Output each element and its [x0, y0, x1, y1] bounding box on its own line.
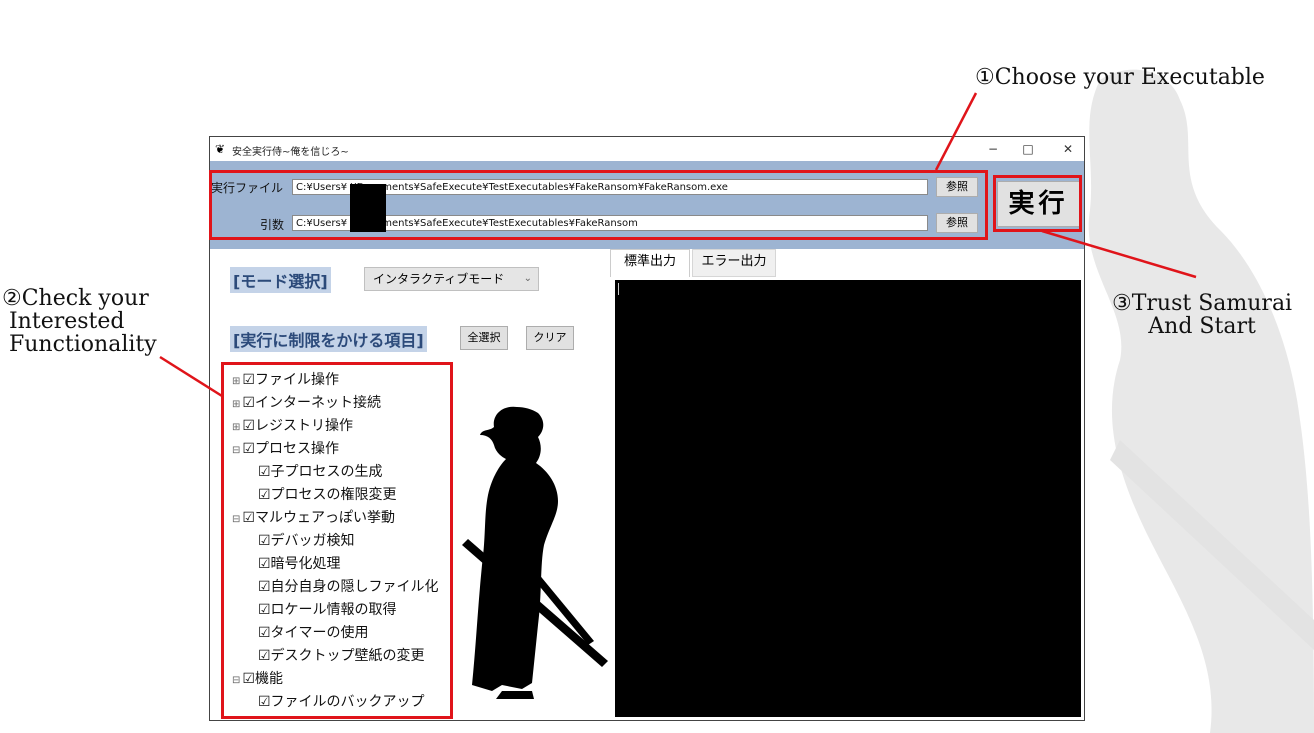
- output-tabs: 標準出力 エラー出力: [610, 249, 1084, 277]
- annotation-check-line1: ②Check your: [2, 286, 149, 311]
- window-title: 安全実行侍~俺を信じろ~: [232, 147, 349, 158]
- annotation-trust-line2: And Start: [1148, 314, 1256, 340]
- annotation-check-line3: Functionality: [2, 332, 157, 358]
- highlight-functionality-box: [221, 362, 453, 719]
- clear-button[interactable]: クリア: [526, 326, 574, 350]
- output-console[interactable]: [615, 280, 1081, 717]
- tab-stderr[interactable]: エラー出力: [692, 249, 776, 277]
- mode-select-heading: [モード選択]: [230, 267, 331, 293]
- highlight-executable-box: [209, 170, 988, 240]
- annotation-choose-executable: ①Choose your Executable: [975, 65, 1265, 90]
- close-button[interactable]: ✕: [1050, 139, 1086, 159]
- samurai-silhouette: [462, 406, 608, 699]
- mode-dropdown-value: インタラクティブモード: [373, 272, 505, 286]
- minimize-button[interactable]: −: [975, 139, 1011, 159]
- annotation-check-functionality: ②Check your Interested Functionality: [2, 287, 157, 356]
- title-bar[interactable]: ❦ 安全実行侍~俺を信じろ~ − □ ✕: [210, 137, 1084, 161]
- mode-dropdown[interactable]: インタラクティブモード ⌄: [364, 267, 539, 291]
- select-all-button[interactable]: 全選択: [460, 326, 508, 350]
- maximize-button[interactable]: □: [1010, 139, 1046, 159]
- annotation-trust-line1: ③Trust Samurai: [1112, 291, 1293, 316]
- background-samurai-silhouette: [1088, 69, 1314, 733]
- text-caret: [618, 283, 619, 295]
- samurai-app-icon: ❦: [215, 142, 226, 156]
- annotation-check-line2: Interested: [2, 309, 125, 335]
- annotation-trust-samurai: ③Trust Samurai And Start: [1112, 292, 1292, 338]
- highlight-run-box: [993, 175, 1082, 232]
- chevron-down-icon: ⌄: [523, 273, 532, 284]
- restriction-heading: [実行に制限をかける項目]: [230, 326, 427, 352]
- tab-stdout[interactable]: 標準出力: [610, 249, 690, 277]
